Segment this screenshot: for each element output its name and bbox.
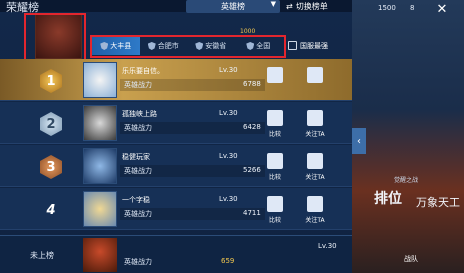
- follow-icon: [307, 153, 323, 169]
- power-value: 6788: [243, 80, 261, 88]
- rank-badge-bronze: 3: [40, 155, 62, 179]
- lobby-background: [352, 0, 464, 273]
- follow-label: 关注TA: [305, 174, 325, 181]
- currency-amount: 8: [410, 4, 415, 12]
- avatar[interactable]: [83, 62, 117, 98]
- switch-board-label: 切换榜单: [295, 2, 328, 11]
- follow-button[interactable]: 关注TA: [302, 151, 328, 181]
- currency-amount: 1500: [378, 4, 396, 12]
- leaderboard-panel: 荣耀榜 英雄榜 ▼ ⇄ 切换榜单 1000 大丰县 合肥市 安徽省 全国 国服最…: [0, 0, 352, 273]
- table-row[interactable]: 4 一个字稳 Lv.30 英雄战力 4711 比较 关注TA: [0, 188, 352, 230]
- table-row[interactable]: 1 乐乐要自信。 Lv.30 英雄战力 6788: [0, 59, 352, 101]
- compare-icon: [267, 196, 283, 212]
- swap-icon: ⇄: [286, 2, 293, 11]
- rank-badge-gold: 1: [40, 69, 62, 93]
- power-value: 5266: [243, 166, 261, 174]
- checkbox-icon: [288, 41, 297, 50]
- requirement-text: 1000: [240, 28, 255, 35]
- player-name: 乐乐要自信。: [122, 67, 164, 75]
- highlight-frame-tabs: [90, 35, 286, 58]
- power-label: 英雄战力: [124, 124, 152, 132]
- switch-board-button[interactable]: ⇄ 切换榜单: [286, 0, 348, 13]
- table-row[interactable]: 2 孤独峡上路 Lv.30 英雄战力 6428 比较 关注TA: [0, 102, 352, 144]
- compare-button[interactable]: 比较: [262, 194, 288, 224]
- rank-number: 4: [46, 202, 56, 218]
- compare-icon: [267, 153, 283, 169]
- event-tag: 觉醒之战: [394, 177, 419, 184]
- follow-icon: [307, 110, 323, 126]
- player-level: Lv.30: [219, 195, 238, 203]
- national-label: 国服最强: [300, 41, 328, 50]
- avatar[interactable]: [83, 105, 117, 141]
- avatar[interactable]: [83, 148, 117, 184]
- compare-label: 比较: [268, 174, 281, 181]
- power-label: 英雄战力: [124, 210, 152, 218]
- follow-label: 关注TA: [305, 131, 325, 138]
- ranked-mode-label[interactable]: 排位: [374, 188, 402, 208]
- rank-badge-silver: 2: [40, 112, 62, 136]
- follow-button[interactable]: [302, 65, 328, 95]
- close-icon[interactable]: ✕: [432, 0, 452, 18]
- follow-button[interactable]: 关注TA: [302, 108, 328, 138]
- compare-label: 比较: [268, 217, 281, 224]
- power-label: 英雄战力: [124, 258, 152, 266]
- national-best-toggle[interactable]: 国服最强: [288, 37, 348, 54]
- player-level: Lv.30: [219, 109, 238, 117]
- power-value: 6428: [243, 123, 261, 131]
- player-name: 稳健玩家: [122, 153, 150, 161]
- follow-icon: [307, 196, 323, 212]
- power-value: 659: [221, 257, 235, 265]
- compare-button[interactable]: 比较: [262, 151, 288, 181]
- player-name: 孤独峡上路: [122, 110, 157, 118]
- compare-icon: [267, 67, 283, 83]
- requirement-value: 1000: [240, 28, 256, 35]
- avatar[interactable]: [83, 191, 117, 227]
- my-rank-row: 未上榜 Lv.30 英雄战力 659: [0, 235, 352, 273]
- compare-button[interactable]: 比较: [262, 108, 288, 138]
- player-level: Lv.30: [219, 66, 238, 74]
- category-select[interactable]: 英雄榜 ▼: [186, 0, 280, 13]
- power-label: 英雄战力: [124, 167, 152, 175]
- follow-label: 关注TA: [305, 217, 325, 224]
- follow-button[interactable]: 关注TA: [302, 194, 328, 224]
- collapse-button[interactable]: ‹: [352, 128, 366, 154]
- my-level: Lv.30: [318, 242, 337, 250]
- power-value: 4711: [243, 209, 261, 217]
- table-row[interactable]: 3 稳健玩家 Lv.30 英雄战力 5266 比较 关注TA: [0, 145, 352, 187]
- player-name: 一个字稳: [122, 196, 150, 204]
- compare-button[interactable]: [262, 65, 288, 95]
- team-button[interactable]: 战队: [404, 254, 418, 264]
- compare-label: 比较: [268, 131, 281, 138]
- power-label: 英雄战力: [124, 81, 152, 89]
- chevron-down-icon: ▼: [270, 0, 276, 8]
- my-rank-text: 未上榜: [30, 251, 54, 260]
- follow-icon: [307, 67, 323, 83]
- avatar[interactable]: [83, 238, 117, 272]
- mode-label[interactable]: 万象天工: [416, 194, 460, 210]
- category-label: 英雄榜: [221, 2, 245, 11]
- compare-icon: [267, 110, 283, 126]
- player-level: Lv.30: [219, 152, 238, 160]
